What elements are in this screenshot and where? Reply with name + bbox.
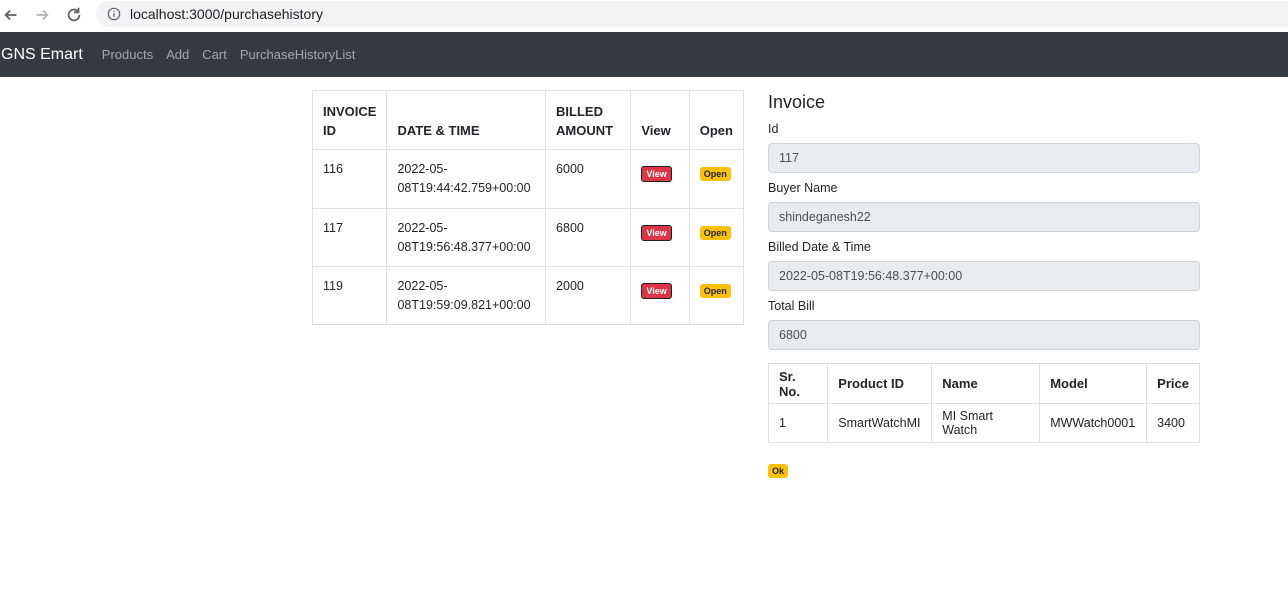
view-button[interactable]: View: [641, 283, 672, 299]
forward-button[interactable]: [31, 4, 53, 26]
table-row: 117 2022-05- 08T19:56:48.377+00:00 6800 V…: [311, 208, 745, 267]
total-bill-field: 6800: [768, 320, 1200, 350]
nav-purchase-history[interactable]: PurchaseHistoryList: [240, 47, 356, 62]
header-view: View: [630, 90, 690, 150]
billed-date-label: Billed Date & Time: [768, 240, 871, 254]
invoice-id-cell: 119: [311, 266, 388, 325]
view-cell: View: [630, 266, 690, 325]
billed-amount-cell: 2000: [545, 266, 632, 325]
open-cell: Open: [688, 266, 745, 325]
id-field: 117: [768, 143, 1200, 173]
buyer-name-label: Buyer Name: [768, 181, 838, 195]
open-cell: Open: [688, 149, 745, 209]
billed-amount-cell: 6000: [545, 149, 632, 209]
model-cell: MWWatch0001: [1039, 403, 1148, 443]
url-text: localhost:3000/purchasehistory: [130, 6, 324, 22]
open-cell: Open: [688, 208, 745, 267]
purchase-history-table: INVOICE ID DATE & TIME BILLED AMOUNT Vie…: [311, 90, 745, 325]
id-label: Id: [768, 122, 779, 136]
date-time-cell: 2022-05- 08T19:44:42.759+00:00: [386, 149, 547, 209]
header-price: Price: [1146, 363, 1200, 404]
ok-wrap: Ok: [768, 461, 1200, 479]
invoice-title: Invoice: [768, 92, 826, 112]
table-row: 116 2022-05- 08T19:44:42.759+00:00 6000 V…: [311, 149, 745, 209]
browser-toolbar: localhost:3000/purchasehistory: [0, 0, 1288, 32]
view-cell: View: [630, 208, 690, 267]
invoice-products-table: Sr. No. Product ID Name Model Price 1 Sm…: [767, 363, 1200, 443]
table-row: 1 SmartWatchMI MI Smart Watch MWWatch000…: [767, 403, 1200, 443]
table-header-row: INVOICE ID DATE & TIME BILLED AMOUNT Vie…: [311, 90, 745, 150]
ok-button[interactable]: Ok: [768, 464, 789, 478]
sr-no-cell: 1: [767, 403, 829, 443]
nav-add[interactable]: Add: [166, 47, 189, 62]
invoice-id-cell: 117: [311, 208, 388, 267]
table-header-row: Sr. No. Product ID Name Model Price: [767, 363, 1200, 404]
date-time-cell: 2022-05- 08T19:56:48.377+00:00: [386, 208, 547, 267]
date-time-cell: 2022-05- 08T19:59:09.821+00:00: [386, 266, 547, 325]
header-name: Name: [931, 363, 1041, 404]
billed-date-field: 2022-05-08T19:56:48.377+00:00: [768, 261, 1200, 291]
invoice-id-cell: 116: [311, 149, 388, 209]
table-row: 119 2022-05- 08T19:59:09.821+00:00 2000 V…: [311, 266, 745, 325]
open-button[interactable]: Open: [699, 167, 731, 181]
open-button[interactable]: Open: [699, 226, 731, 240]
product-id-cell: SmartWatchMI: [827, 403, 933, 443]
header-invoice-id: INVOICE ID: [311, 90, 388, 150]
total-bill-label: Total Bill: [768, 299, 815, 313]
reload-icon: [67, 7, 81, 22]
open-button[interactable]: Open: [699, 284, 731, 298]
back-button[interactable]: [0, 4, 22, 26]
header-model: Model: [1039, 363, 1148, 404]
reload-button[interactable]: [63, 4, 85, 26]
header-open: Open: [688, 90, 745, 150]
buyer-name-field: shindeganesh22: [768, 202, 1200, 232]
info-icon[interactable]: [106, 6, 122, 22]
billed-amount-cell: 6800: [545, 208, 632, 267]
nav-cart[interactable]: Cart: [202, 47, 227, 62]
arrow-right-icon: [36, 9, 49, 21]
header-billed-amount: BILLED AMOUNT: [545, 90, 632, 150]
price-cell: 3400: [1146, 403, 1200, 443]
product-name-cell: MI Smart Watch: [931, 403, 1041, 443]
nav-products[interactable]: Products: [102, 47, 153, 62]
header-product-id: Product ID: [827, 363, 933, 404]
header-date-time: DATE & TIME: [386, 90, 547, 150]
header-sr-no: Sr. No.: [767, 363, 829, 404]
view-cell: View: [630, 149, 690, 209]
app-navbar: GNS Emart Products Add Cart PurchaseHist…: [0, 32, 1288, 77]
arrow-left-icon: [4, 9, 17, 21]
view-button[interactable]: View: [641, 225, 672, 241]
invoice-panel: Invoice Id 117 Buyer Name shindeganesh22…: [767, 90, 1200, 479]
address-bar[interactable]: localhost:3000/purchasehistory: [96, 1, 1288, 27]
view-button[interactable]: View: [641, 166, 672, 182]
brand-link[interactable]: GNS Emart: [1, 46, 83, 64]
